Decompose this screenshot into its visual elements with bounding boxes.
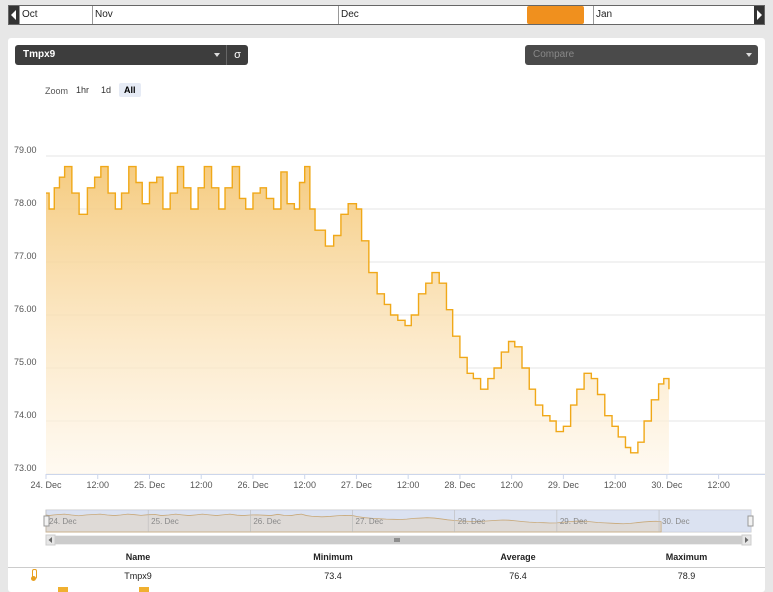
x-tick-label: 12:00 [707,480,730,490]
timeline-prev-arrow-icon[interactable] [9,6,19,24]
x-tick-label: 12:00 [604,480,627,490]
timeline-month-oct[interactable]: Oct [19,6,38,24]
stats-header-maximum: Maximum [608,547,765,568]
x-tick-label: 12:00 [397,480,420,490]
timeline-month-nov[interactable]: Nov [92,6,113,24]
x-tick-label: 24. Dec [30,480,62,490]
y-tick-label: 74.00 [14,410,37,420]
legend-cell[interactable] [8,567,38,585]
temperature-chart[interactable]: 73.00 74.00 75.00 76.00 77.00 78.00 79.00 24. … [8,38,765,550]
y-tick-label: 73.00 [14,463,37,473]
x-tick-label: 12:00 [86,480,109,490]
y-tick-label: 78.00 [14,198,37,208]
navigator-left-handle[interactable] [43,515,50,527]
y-tick-label: 77.00 [14,251,37,261]
x-tick-label: 29. Dec [548,480,580,490]
y-tick-label: 75.00 [14,357,37,367]
x-tick-label: 28. Dec [444,480,476,490]
stats-header-name: Name [38,547,238,568]
bottom-tab-marker[interactable] [58,587,68,592]
timeline-month-dec[interactable]: Dec [338,6,359,24]
timeline-month-jan[interactable]: Jan [593,6,612,24]
x-tick-label: 12:00 [190,480,213,490]
x-axis-labels: 24. Dec 12:00 25. Dec 12:00 26. Dec 12:00 27. … [30,480,729,490]
timeline-next-arrow-icon[interactable] [754,6,764,24]
chart-panel: Tmpx9 σ Compare Zoom 1hr 1d All 73.00 74.… [8,38,765,592]
stats-maximum: 78.9 [677,571,696,582]
stats-header-legend [8,547,38,568]
table-row: Tmpx9 73.4 76.4 78.9 [8,567,765,585]
x-tick-label: 26. Dec [237,480,269,490]
timeline-bar[interactable]: Oct Nov Dec Jan [8,5,765,25]
stats-minimum: 73.4 [324,571,342,582]
stats-average: 76.4 [509,571,527,582]
navigator-tick-label: 29. Dec [560,517,588,526]
navigator-tick-label: 28. Dec [458,517,486,526]
stats-header-minimum: Minimum [238,547,428,568]
x-tick-label: 25. Dec [134,480,166,490]
navigator-scrollbar[interactable] [45,534,752,546]
x-tick-label: 27. Dec [341,480,373,490]
navigator-tick-label: 26. Dec [253,517,281,526]
navigator-tick-label: 30. Dec [662,517,690,526]
navigator-right-handle[interactable] [747,515,754,527]
thermometer-icon[interactable] [30,569,37,582]
stats-table: Name Minimum Average Maximum Tmpx9 73.4 … [8,547,765,585]
navigator-tick-label: 27. Dec [356,517,384,526]
y-axis-labels: 73.00 74.00 75.00 76.00 77.00 78.00 79.00 [14,145,37,473]
navigator[interactable]: 24. Dec 25. Dec 26. Dec 27. Dec 28. Dec 29. D… [43,509,754,533]
y-tick-label: 76.00 [14,304,37,314]
scrollbar-thumb[interactable] [55,536,742,544]
stats-name: Tmpx9 [124,571,152,582]
y-tick-label: 79.00 [14,145,37,155]
navigator-tick-label: 24. Dec [49,517,77,526]
stats-header-average: Average [428,547,608,568]
x-tick-label: 12:00 [293,480,316,490]
stats-header-row: Name Minimum Average Maximum [8,547,765,568]
x-tick-label: 30. Dec [651,480,683,490]
series-area-tmpx9 [46,166,669,474]
navigator-tick-label: 25. Dec [151,517,179,526]
timeline-selected-window[interactable] [527,6,584,24]
x-tick-label: 12:00 [500,480,523,490]
bottom-tab-marker[interactable] [139,587,149,592]
